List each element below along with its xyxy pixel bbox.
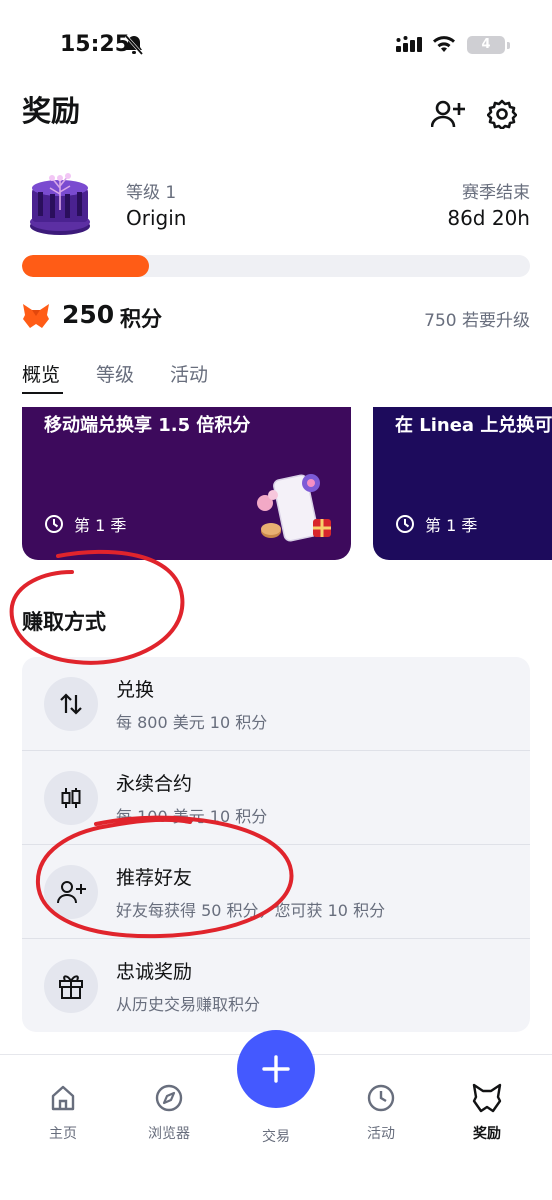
points-to-next-level: 750 若要升级	[424, 311, 530, 331]
nav-activity[interactable]: 活动	[346, 1081, 416, 1143]
campaign-season: 第 1 季	[74, 516, 127, 535]
tab-activity[interactable]: 活动	[170, 360, 208, 387]
earn-section-title: 赚取方式	[22, 610, 106, 634]
earn-item-perps[interactable]: 永续合约 每 100 美元 10 积分	[22, 751, 530, 845]
campaign-season: 第 1 季	[425, 516, 478, 535]
candlestick-icon	[44, 771, 98, 825]
swap-arrows-icon	[44, 677, 98, 731]
nav-label: 奖励	[473, 1126, 501, 1142]
campaign-title: 移动端兑换享 1.5 倍积分	[44, 415, 251, 436]
tab-overview[interactable]: 概览	[22, 360, 60, 387]
page-title: 奖励	[22, 94, 81, 128]
phone-rewards-illustration	[251, 469, 341, 553]
season-artwork	[22, 166, 98, 242]
add-user-icon	[431, 100, 465, 128]
earn-item-subtitle: 从历史交易赚取积分	[116, 995, 261, 1014]
campaign-card[interactable]: 在 Linea 上兑换可 第 1 季	[373, 407, 552, 560]
clock-icon	[45, 515, 63, 533]
plus-icon	[262, 1055, 290, 1083]
home-icon	[28, 1081, 98, 1115]
gear-icon	[487, 99, 517, 129]
earn-item-title: 永续合约	[116, 773, 193, 795]
clock-icon	[396, 515, 414, 533]
status-time: 15:25	[60, 32, 131, 57]
nav-browser[interactable]: 浏览器	[134, 1081, 204, 1143]
wifi-icon	[431, 34, 457, 58]
level-name: Origin	[126, 206, 187, 230]
clock-icon	[346, 1081, 416, 1115]
bell-muted-icon	[124, 34, 144, 60]
earn-item-subtitle: 好友每获得 50 积分，您可获 10 积分	[116, 901, 386, 920]
nav-label: 主页	[49, 1126, 77, 1142]
nav-label: 活动	[367, 1126, 395, 1142]
battery-tip	[507, 42, 510, 49]
trade-button[interactable]	[237, 1030, 315, 1108]
earn-item-title: 忠诚奖励	[116, 961, 193, 983]
gift-icon	[44, 959, 98, 1013]
nav-trade-label: 交易	[262, 1129, 290, 1145]
earn-item-subtitle: 每 800 美元 10 积分	[116, 713, 268, 732]
rewards-screen: 15:25 4 奖励 等级 1 Origin 赛季结束 86d 20h 250 …	[0, 0, 552, 1200]
cellular-signal-icon	[396, 36, 424, 56]
season-end-label: 赛季结束	[462, 183, 530, 203]
earn-item-referral[interactable]: 推荐好友 好友每获得 50 积分，您可获 10 积分	[22, 845, 530, 939]
status-bar: 15:25 4	[0, 28, 552, 68]
fox-icon	[22, 303, 50, 329]
nav-label: 浏览器	[148, 1126, 190, 1142]
fox-icon	[452, 1081, 522, 1115]
season-end-countdown: 86d 20h	[447, 206, 530, 230]
points-unit: 积分	[120, 307, 162, 331]
earn-methods-list: 兑换 每 800 美元 10 积分 永续合约 每 100 美元 10 积分 推荐…	[22, 657, 530, 1032]
add-user-button[interactable]	[430, 96, 466, 132]
nav-rewards[interactable]: 奖励	[452, 1081, 522, 1143]
campaign-title: 在 Linea 上兑换可	[395, 415, 552, 436]
level-progress-fill	[22, 255, 149, 277]
nav-home[interactable]: 主页	[28, 1081, 98, 1143]
earn-item-title: 推荐好友	[116, 867, 193, 889]
tab-levels[interactable]: 等级	[96, 360, 134, 387]
campaign-card[interactable]: 移动端兑换享 1.5 倍积分 第 1 季	[22, 407, 351, 560]
add-user-icon	[44, 865, 98, 919]
battery-level: 4	[467, 36, 505, 54]
earn-item-subtitle: 每 100 美元 10 积分	[116, 807, 268, 826]
earn-item-swap[interactable]: 兑换 每 800 美元 10 积分	[22, 657, 530, 751]
level-label: 等级 1	[126, 183, 177, 203]
active-tab-indicator	[22, 392, 63, 394]
level-progress-bar	[22, 255, 530, 277]
compass-icon	[134, 1081, 204, 1115]
settings-button[interactable]	[484, 96, 520, 132]
earn-item-title: 兑换	[116, 679, 155, 701]
earn-item-loyalty[interactable]: 忠诚奖励 从历史交易赚取积分	[22, 939, 530, 1032]
points-balance: 250	[62, 300, 115, 329]
